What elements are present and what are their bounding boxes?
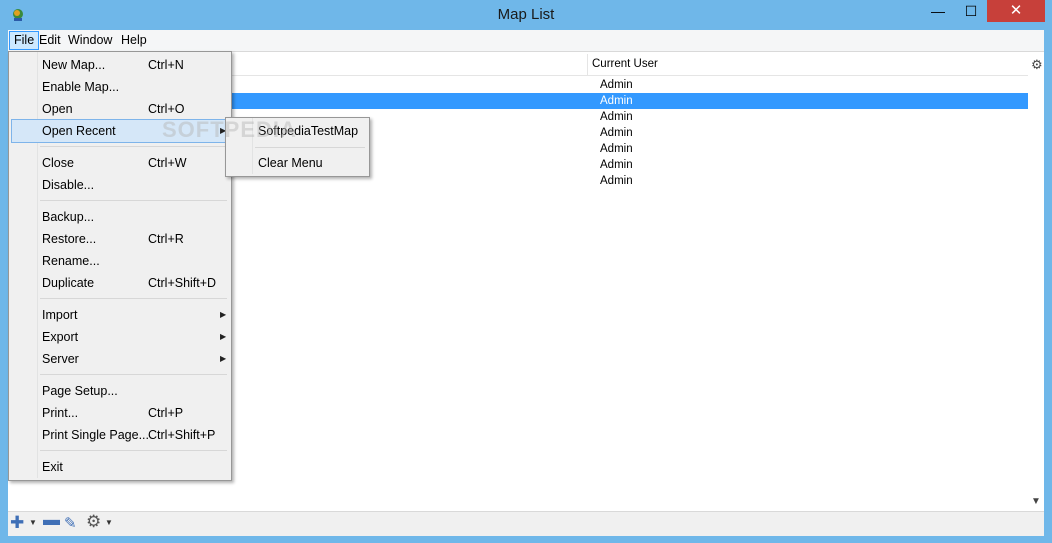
menu-separator: [40, 450, 227, 451]
menu-gutter: [37, 52, 38, 478]
menu-item-disable[interactable]: Disable...: [42, 176, 94, 194]
menu-separator: [40, 298, 227, 299]
edit-icon[interactable]: ✎: [64, 514, 77, 534]
menu-separator: [40, 374, 227, 375]
menu-item-close[interactable]: Close: [42, 154, 74, 172]
bottom-toolbar: [8, 511, 1044, 536]
close-button[interactable]: ✕: [987, 0, 1045, 22]
table-cell-current-user: Admin: [600, 79, 633, 91]
column-settings-icon[interactable]: ⚙: [1031, 57, 1043, 73]
add-icon[interactable]: ✚: [10, 513, 24, 533]
table-cell-current-user: Admin: [600, 95, 633, 107]
table-cell-current-user: Admin: [600, 175, 633, 187]
menu-item-duplicate[interactable]: Duplicate: [42, 274, 94, 292]
column-divider[interactable]: [587, 54, 588, 75]
menu-item-enable-map[interactable]: Enable Map...: [42, 78, 119, 96]
remove-icon[interactable]: ▬: [43, 510, 60, 530]
shortcut-print: Ctrl+P: [148, 406, 184, 420]
submenu-item-clear-menu[interactable]: Clear Menu: [258, 154, 323, 172]
menu-separator: [40, 200, 227, 201]
menu-item-new-map[interactable]: New Map...: [42, 56, 105, 74]
menu-help[interactable]: Help: [117, 31, 151, 50]
menu-window[interactable]: Window: [64, 31, 116, 50]
shortcut-print-single-page: Ctrl+Shift+P: [148, 428, 216, 442]
menu-item-rename[interactable]: Rename...: [42, 252, 100, 270]
table-cell-current-user: Admin: [600, 159, 633, 171]
menu-item-backup[interactable]: Backup...: [42, 208, 94, 226]
menu-bar: [8, 30, 1044, 51]
window-title: Map List: [497, 6, 555, 23]
table-cell-current-user: Admin: [600, 143, 633, 155]
gear-icon[interactable]: ⚙: [86, 512, 101, 532]
table-cell-current-user: Admin: [600, 127, 633, 139]
menu-separator: [40, 146, 227, 147]
menu-item-server[interactable]: Server: [42, 350, 79, 368]
menu-item-exit[interactable]: Exit: [42, 458, 63, 476]
menu-edit[interactable]: Edit: [35, 31, 65, 50]
menu-item-page-setup[interactable]: Page Setup...: [42, 382, 118, 400]
shortcut-open: Ctrl+O: [148, 102, 185, 116]
menu-item-restore[interactable]: Restore...: [42, 230, 96, 248]
menu-item-export[interactable]: Export: [42, 328, 78, 346]
submenu-arrow-icon: ▶: [220, 332, 227, 341]
add-dropdown-icon[interactable]: ▼: [29, 518, 37, 527]
shortcut-duplicate: Ctrl+Shift+D: [148, 276, 217, 290]
minimize-button[interactable]: —: [922, 0, 954, 22]
menu-item-print-single-page[interactable]: Print Single Page...: [42, 426, 149, 444]
shortcut-new-map: Ctrl+N: [148, 58, 184, 72]
shortcut-close: Ctrl+W: [148, 156, 187, 170]
maximize-button[interactable]: ☐: [955, 0, 987, 22]
submenu-arrow-icon: ▶: [220, 310, 227, 319]
menu-separator: [255, 147, 365, 148]
menu-item-open-recent[interactable]: Open Recent: [42, 122, 116, 140]
menu-item-open[interactable]: Open: [42, 100, 73, 118]
shortcut-restore: Ctrl+R: [148, 232, 184, 246]
menu-item-print[interactable]: Print...: [42, 404, 78, 422]
gear-dropdown-icon[interactable]: ▼: [105, 518, 113, 527]
table-cell-current-user: Admin: [600, 111, 633, 123]
menu-item-import[interactable]: Import: [42, 306, 77, 324]
column-header-current-user[interactable]: Current User: [592, 58, 658, 70]
submenu-arrow-icon: ▶: [220, 354, 227, 363]
scroll-down-icon[interactable]: ▼: [1031, 496, 1041, 507]
watermark: SOFTPEDIA: [162, 117, 297, 142]
